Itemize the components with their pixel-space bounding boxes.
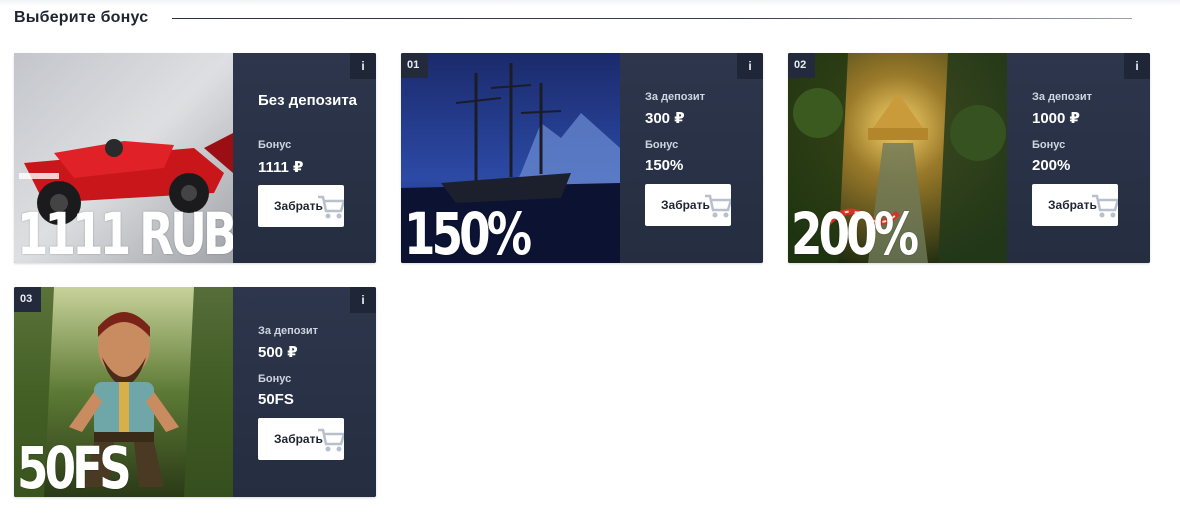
- deposit-label: За депозит: [645, 91, 706, 103]
- bonus-number: 01: [401, 53, 428, 78]
- bonus-image-text: 150%: [404, 200, 532, 263]
- shopping-cart-icon: [705, 194, 731, 218]
- bonus-card-image: 1111 RUB: [14, 53, 233, 263]
- bonus-card-panel: i За депозит 300 ₽ Бонус 150% Забрать: [620, 53, 763, 263]
- deposit-value: 500 ₽: [258, 344, 298, 361]
- claim-button[interactable]: Забрать: [645, 184, 731, 226]
- bonus-card-panel: i За депозит 500 ₽ Бонус 50FS Забрать: [233, 287, 376, 497]
- deposit-value: 300 ₽: [645, 110, 685, 127]
- claim-button[interactable]: Забрать: [258, 185, 344, 227]
- shopping-cart-icon: [318, 195, 344, 219]
- bonus-number: 03: [14, 287, 41, 312]
- section-title: Выберите бонус: [14, 9, 149, 26]
- bonus-card-image: 01 150%: [401, 53, 620, 263]
- bonus-image-text: 200%: [791, 200, 919, 263]
- bonus-label: Бонус: [645, 139, 679, 151]
- bonus-card-02: 02 200% i За депозит 1000 ₽ Бонус 200% З…: [788, 53, 1150, 263]
- info-button[interactable]: i: [350, 287, 376, 313]
- bonus-value: 50FS: [258, 391, 294, 408]
- claim-button[interactable]: Забрать: [1032, 184, 1118, 226]
- bonus-image-text: 1111 RUB: [17, 200, 233, 263]
- shopping-cart-icon: [318, 428, 344, 452]
- bonus-value: 1111 ₽: [258, 159, 304, 176]
- top-strip: [0, 0, 1180, 6]
- bonus-value: 150%: [645, 157, 684, 174]
- bonus-label: Бонус: [1032, 139, 1066, 151]
- bonus-value: 200%: [1032, 157, 1071, 174]
- info-button[interactable]: i: [737, 53, 763, 79]
- info-button[interactable]: i: [350, 53, 376, 79]
- bonus-label: Бонус: [258, 139, 292, 151]
- bonus-card-03: 03 50FS i За депозит 500 ₽ Бонус 50FS За…: [14, 287, 376, 497]
- bonus-title: Без депозита: [258, 92, 358, 109]
- deposit-value: 1000 ₽: [1032, 110, 1080, 127]
- deposit-label: За депозит: [258, 325, 319, 337]
- bonus-card-panel: i За депозит 1000 ₽ Бонус 200% Забрать: [1007, 53, 1150, 263]
- bonus-number: 02: [788, 53, 815, 78]
- bonus-label: Бонус: [258, 373, 292, 385]
- bonus-card-image: 02 200%: [788, 53, 1007, 263]
- shopping-cart-icon: [1092, 194, 1118, 218]
- bonus-card-01: 01 150% i За депозит 300 ₽ Бонус 150% За…: [401, 53, 763, 263]
- bonus-card-image: 03 50FS: [14, 287, 233, 497]
- bonus-card-panel: i Без депозита Бонус 1111 ₽ Забрать: [233, 53, 376, 263]
- section-divider: [172, 18, 1132, 19]
- bonus-card-no-deposit: 1111 RUB i Без депозита Бонус 1111 ₽ Заб…: [14, 53, 376, 263]
- claim-button[interactable]: Забрать: [258, 418, 344, 460]
- deposit-label: За депозит: [1032, 91, 1093, 103]
- bonus-image-text: 50FS: [17, 434, 132, 497]
- info-button[interactable]: i: [1124, 53, 1150, 79]
